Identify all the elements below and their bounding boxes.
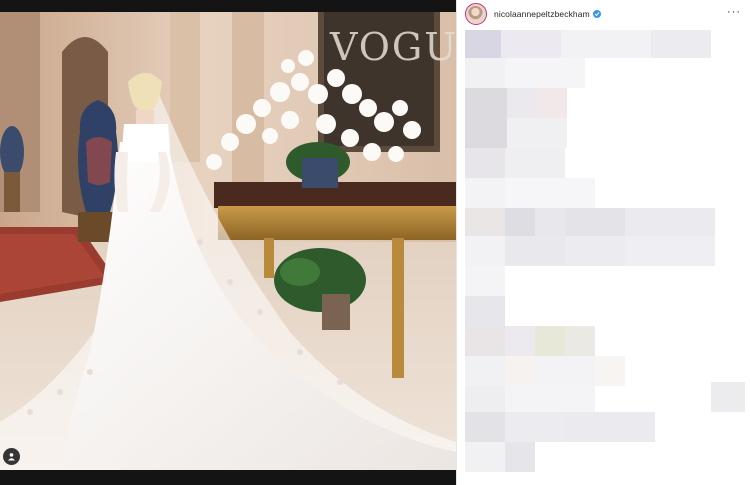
more-options-icon[interactable]: ··· [727, 7, 741, 18]
instagram-post-view: VOGUE nicolaannepeltzbeckham ··· [0, 0, 750, 485]
user-tag-icon[interactable] [3, 448, 20, 465]
post-details-panel: nicolaannepeltzbeckham ··· [456, 0, 750, 485]
avatar-image [468, 6, 483, 21]
verified-badge-icon [592, 10, 601, 18]
photo-bottom-bar [0, 470, 456, 485]
pixelated-comments-area [457, 28, 750, 485]
vogue-logo: VOGUE [329, 25, 456, 69]
post-header: nicolaannepeltzbeckham ··· [457, 0, 750, 28]
avatar[interactable] [465, 3, 487, 25]
post-photo-panel[interactable]: VOGUE [0, 0, 456, 485]
username-link[interactable]: nicolaannepeltzbeckham [494, 9, 590, 19]
photo-top-bar [0, 0, 456, 12]
post-photo[interactable]: VOGUE [0, 12, 456, 470]
